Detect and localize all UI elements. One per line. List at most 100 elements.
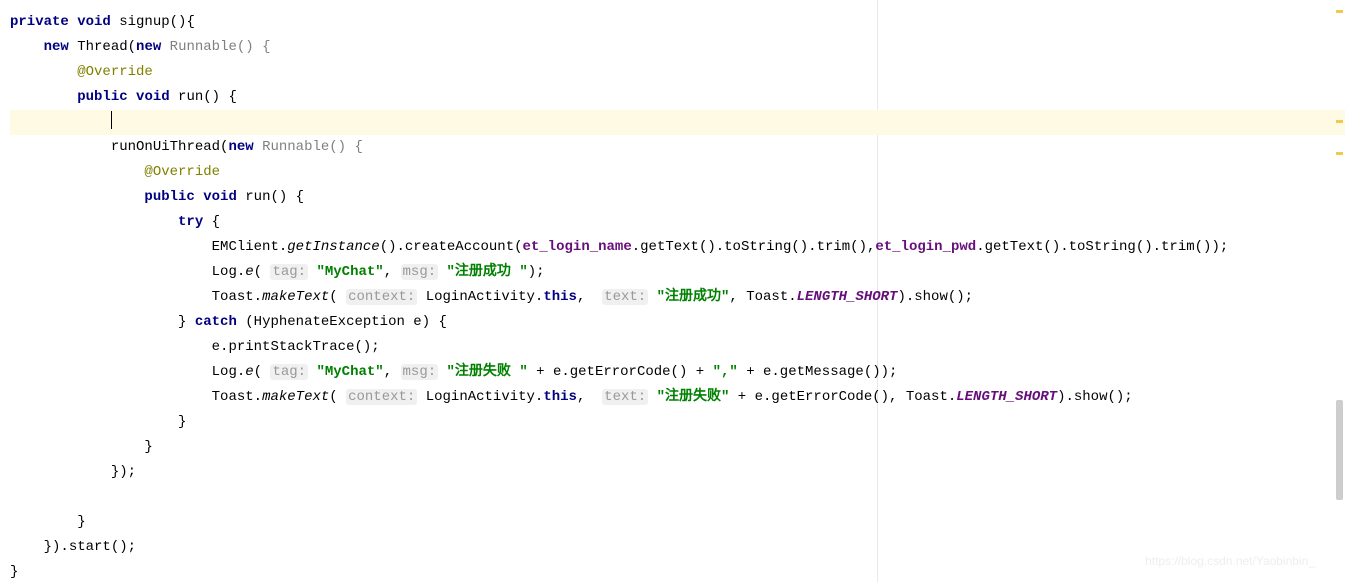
code-text: ().createAccount( (380, 239, 523, 255)
code-text: ).show(); (897, 289, 973, 305)
code-text: makeText (262, 289, 329, 305)
code-text: } (77, 514, 85, 530)
code-text: + e.getErrorCode() + (528, 364, 713, 380)
code-text: Runnable() { (254, 139, 363, 155)
string-literal: "注册成功 " (438, 264, 528, 280)
code-text: , (384, 364, 401, 380)
constant: LENGTH_SHORT (956, 389, 1057, 405)
code-line: Log.e( tag: "MyChat", msg: "注册成功 "); (10, 260, 1345, 285)
code-line: new Thread(new Runnable() { (10, 35, 1345, 60)
code-text: + e.getErrorCode(), Toast. (729, 389, 956, 405)
keyword: public (144, 189, 194, 205)
code-text: EMClient. (212, 239, 288, 255)
code-text: makeText (262, 389, 329, 405)
string-literal: "注册成功" (648, 289, 729, 305)
gutter-mark[interactable] (1336, 10, 1343, 13)
code-line: @Override (10, 60, 1345, 85)
param-hint: tag: (270, 264, 308, 280)
code-text: , (384, 264, 401, 280)
text-caret (111, 111, 113, 129)
keyword: this (543, 289, 577, 305)
keyword: new (136, 39, 161, 55)
code-text: Toast. (212, 289, 262, 305)
code-line: Toast.makeText( context: LoginActivity.t… (10, 385, 1345, 410)
code-text: }).start(); (44, 539, 136, 555)
string-literal: "," (713, 364, 738, 380)
code-editor[interactable]: private void signup(){ new Thread(new Ru… (0, 0, 1345, 582)
gutter-mark[interactable] (1336, 120, 1343, 123)
code-text: ( (329, 389, 346, 405)
code-line: public void run() { (10, 185, 1345, 210)
code-text: Log. (212, 364, 246, 380)
annotation: @Override (77, 64, 153, 80)
code-line: } (10, 510, 1345, 535)
code-text: ).show(); (1057, 389, 1133, 405)
code-line: } (10, 435, 1345, 460)
field-ref: et_login_pwd (875, 239, 976, 255)
vertical-scrollbar[interactable] (1336, 400, 1343, 500)
code-text: LoginActivity. (417, 289, 543, 305)
keyword: void (136, 89, 170, 105)
code-text: Runnable() { (161, 39, 270, 55)
code-text: e (245, 264, 253, 280)
param-hint: context: (346, 289, 417, 305)
code-text: e.printStackTrace(); (212, 339, 380, 355)
param-hint: msg: (401, 364, 439, 380)
code-text: ( (254, 264, 271, 280)
gutter-mark[interactable] (1336, 152, 1343, 155)
code-line: e.printStackTrace(); (10, 335, 1345, 360)
code-text: e (245, 364, 253, 380)
code-text: run() { (237, 189, 304, 205)
code-text: { (203, 214, 220, 230)
code-text: } (10, 564, 18, 580)
field-ref: et_login_name (523, 239, 632, 255)
keyword: try (178, 214, 203, 230)
code-text: Toast. (212, 389, 262, 405)
code-text: , (577, 289, 602, 305)
keyword: catch (195, 314, 237, 330)
code-text: ( (329, 289, 346, 305)
code-text: Thread( (69, 39, 136, 55)
string-literal: "注册失败" (648, 389, 729, 405)
code-text: (HyphenateException e) { (237, 314, 447, 330)
code-text: , (577, 389, 602, 405)
param-hint: text: (602, 389, 648, 405)
param-hint: context: (346, 389, 417, 405)
string-literal: "MyChat" (308, 364, 384, 380)
keyword: void (77, 14, 111, 30)
code-line: Toast.makeText( context: LoginActivity.t… (10, 285, 1345, 310)
code-line: public void run() { (10, 85, 1345, 110)
param-hint: tag: (270, 364, 308, 380)
code-text: .getText().toString().trim()); (976, 239, 1228, 255)
code-text: } (178, 414, 186, 430)
code-text: } (178, 314, 195, 330)
keyword: new (44, 39, 69, 55)
code-line: }); (10, 460, 1345, 485)
code-text: Log. (212, 264, 246, 280)
code-line: } (10, 410, 1345, 435)
keyword: void (203, 189, 237, 205)
code-text: run() { (170, 89, 237, 105)
keyword: private (10, 14, 69, 30)
code-text: runOnUiThread( (111, 139, 229, 155)
code-text: + e.getMessage()); (738, 364, 898, 380)
code-line: private void signup(){ (10, 10, 1345, 35)
code-text: signup(){ (111, 14, 195, 30)
constant: LENGTH_SHORT (797, 289, 898, 305)
code-text: LoginActivity. (417, 389, 543, 405)
annotation: @Override (144, 164, 220, 180)
code-line: EMClient.getInstance().createAccount(et_… (10, 235, 1345, 260)
code-text: , Toast. (729, 289, 796, 305)
keyword: this (543, 389, 577, 405)
code-text: } (144, 439, 152, 455)
param-hint: msg: (401, 264, 439, 280)
caret-line (10, 110, 1345, 135)
code-line: try { (10, 210, 1345, 235)
code-line: } catch (HyphenateException e) { (10, 310, 1345, 335)
code-text: ); (528, 264, 545, 280)
string-literal: "注册失败 " (438, 364, 528, 380)
code-line: @Override (10, 160, 1345, 185)
param-hint: text: (602, 289, 648, 305)
code-line: Log.e( tag: "MyChat", msg: "注册失败 " + e.g… (10, 360, 1345, 385)
code-text: }); (111, 464, 136, 480)
